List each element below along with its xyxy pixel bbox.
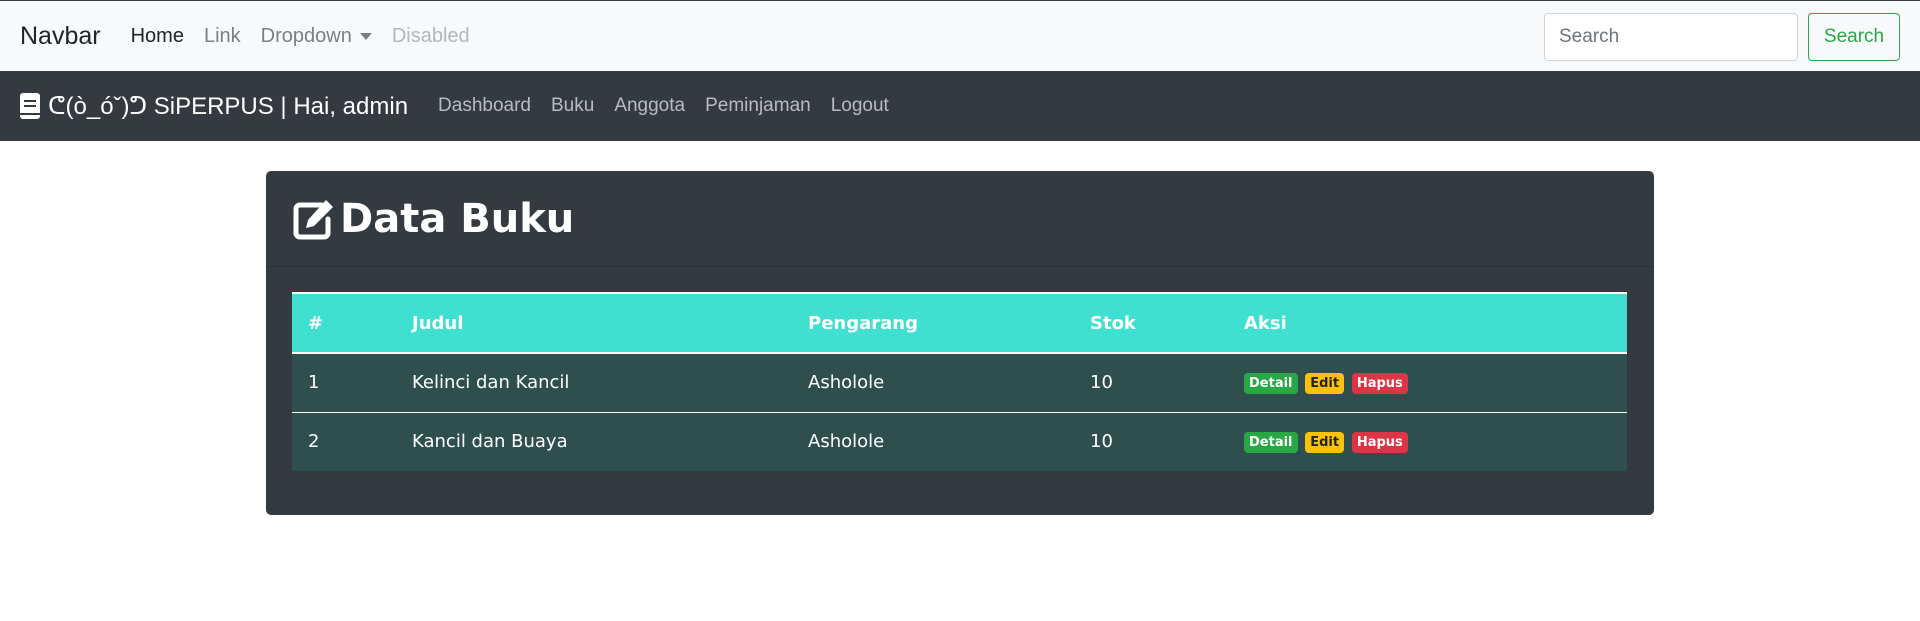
column-header-aksi: Aksi <box>1228 292 1627 354</box>
nav-link-disabled: Disabled <box>391 24 470 47</box>
caret-down-icon <box>359 32 372 40</box>
cell-number: 1 <box>308 372 320 394</box>
detail-button[interactable]: Detail <box>1244 373 1298 395</box>
page-title: Data Buku <box>340 195 575 242</box>
hapus-button[interactable]: Hapus <box>1351 432 1408 454</box>
cell-judul: Kelinci dan Kancil <box>412 372 570 394</box>
card-body: # Judul Pengarang Stok Aksi 1 Kelinci da… <box>266 267 1654 496</box>
cell-judul: Kancil dan Buaya <box>396 411 792 471</box>
edit-icon <box>293 199 333 239</box>
nav-dropdown[interactable]: Dropdown <box>261 25 372 48</box>
search-input[interactable] <box>1544 13 1798 61</box>
nav-link-dashboard[interactable]: Dashboard <box>438 95 531 117</box>
nav-link-anggota[interactable]: Anggota <box>614 95 685 117</box>
book-icon <box>20 93 40 119</box>
table-row: 1 Kelinci dan Kancil Asholole 10 Detail … <box>292 353 1627 412</box>
cell-pengarang: Asholole <box>792 411 1074 471</box>
column-header-number: # <box>292 292 396 354</box>
nav-dropdown-label: Dropdown <box>260 24 352 47</box>
cell-stok: 10 <box>1074 411 1228 471</box>
cell-aksi: Detail Edit Hapus <box>1228 353 1627 412</box>
cell-number: 2 <box>292 411 396 471</box>
nav-link-link[interactable]: Link <box>204 25 241 48</box>
nav-link-home[interactable]: Home <box>131 25 184 48</box>
table-row: 2 Kancil dan Buaya Asholole 10 Detail Ed… <box>292 411 1627 471</box>
cell-stok: 10 <box>1090 372 1113 394</box>
column-header-stok: Stok <box>1074 292 1228 354</box>
card-header: Data Buku <box>266 171 1654 267</box>
search-button[interactable]: Search <box>1808 13 1900 61</box>
data-buku-card: Data Buku # Judul Pengarang Stok Aksi 1 … <box>266 171 1654 515</box>
top-navbar: Navbar Home Link Dropdown Disabled Searc… <box>0 0 1920 71</box>
app-brand[interactable]: ᕦ(ò_óˇ)ᕤ SiPERPUS | Hai, admin <box>20 92 408 121</box>
app-brand-label: ᕦ(ò_óˇ)ᕤ SiPERPUS | Hai, admin <box>48 92 409 120</box>
nav-link-buku[interactable]: Buku <box>551 95 594 117</box>
column-header-judul: Judul <box>396 292 792 354</box>
detail-button[interactable]: Detail <box>1244 432 1298 454</box>
table-header-row: # Judul Pengarang Stok Aksi <box>292 292 1627 354</box>
cell-pengarang: Asholole <box>808 372 885 394</box>
app-navbar: ᕦ(ò_óˇ)ᕤ SiPERPUS | Hai, admin Dashboard… <box>0 71 1920 141</box>
cell-aksi: Detail Edit Hapus <box>1228 411 1627 471</box>
edit-button[interactable]: Edit <box>1305 432 1345 454</box>
column-header-pengarang: Pengarang <box>792 292 1074 354</box>
nav-link-logout[interactable]: Logout <box>831 95 889 117</box>
navbar-brand[interactable]: Navbar <box>20 22 101 51</box>
search-form: Search <box>1544 13 1900 61</box>
edit-button[interactable]: Edit <box>1305 373 1345 395</box>
nav-link-peminjaman[interactable]: Peminjaman <box>705 95 811 117</box>
books-table: # Judul Pengarang Stok Aksi 1 Kelinci da… <box>292 292 1627 471</box>
hapus-button[interactable]: Hapus <box>1351 373 1408 395</box>
